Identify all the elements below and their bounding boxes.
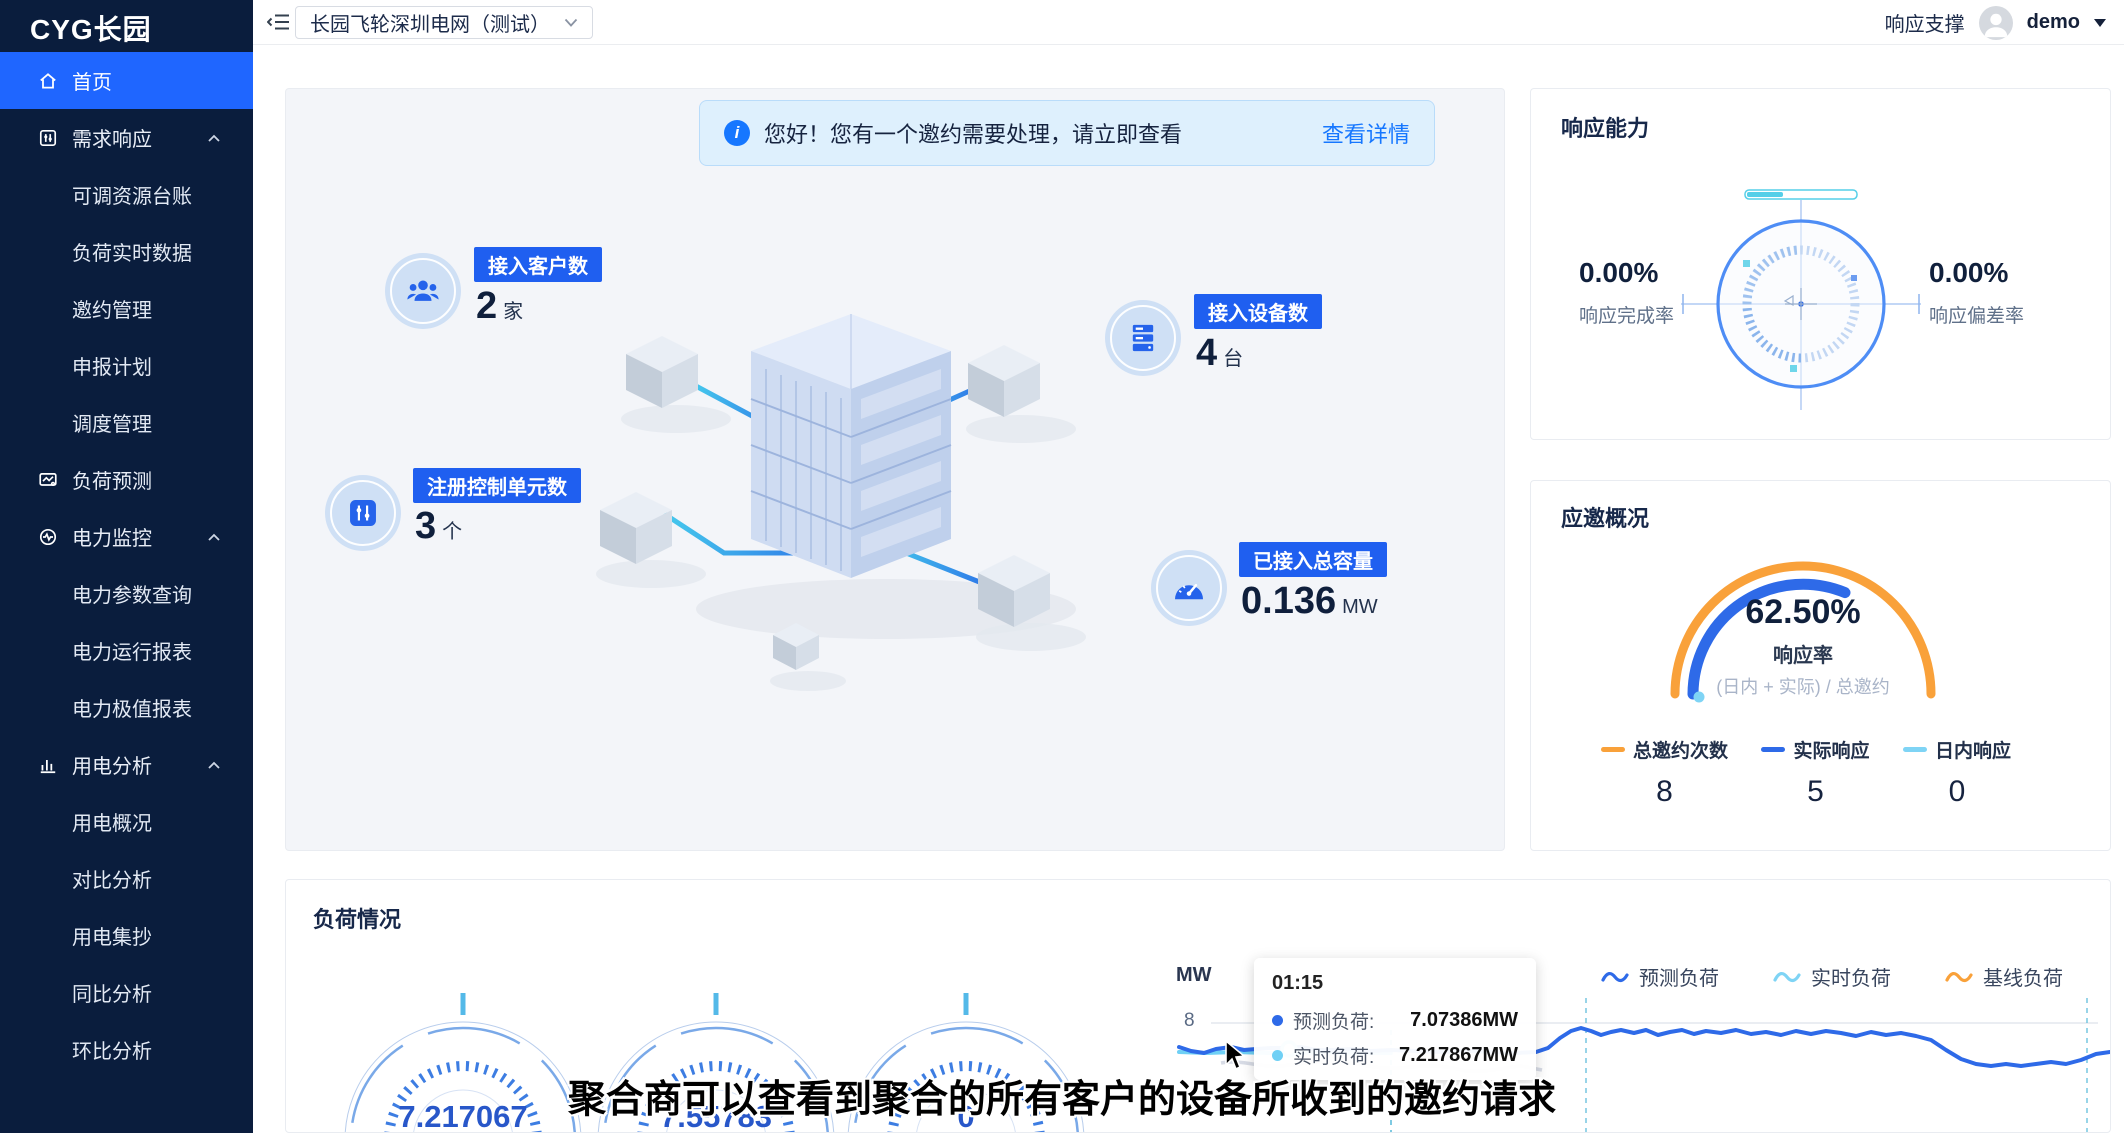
sidebar-item-load-realtime-data[interactable]: 负荷实时数据 [0,223,253,280]
stat-label: 接入设备数 [1194,294,1322,329]
user-avatar[interactable] [1979,6,2013,40]
stat-value: 4台 [1196,332,1243,375]
sidebar-item-demand-response[interactable]: 需求响应 [0,109,253,166]
video-subtitle: 聚合商可以查看到聚合的所有客户的设备所收到的邀约请求 [568,1068,1556,1123]
org-selector[interactable]: 长园飞轮深圳电网（测试） [295,6,593,39]
wave-icon [1601,969,1629,985]
stat-label: 注册控制单元数 [413,468,581,503]
org-selector-value: 长园飞轮深圳电网（测试） [310,8,550,37]
sidebar-item-load-forecast[interactable]: 负荷预测 [0,451,253,508]
wave-icon [1773,969,1801,985]
card-title: 应邀概况 [1561,501,1649,533]
sidebar-item-power-parameter-query[interactable]: 电力参数查询 [0,565,253,622]
info-icon: i [724,120,750,146]
legend-swatch [1903,747,1927,752]
stat-label: 已接入总容量 [1239,542,1387,577]
home-icon [38,71,58,91]
card-title: 响应能力 [1561,111,1649,143]
power-monitor-icon [38,527,58,547]
sidebar-item-invitation-management[interactable]: 邀约管理 [0,280,253,337]
legend-total-invitations: 总邀约次数 8 [1601,736,1728,809]
series-dot [1272,1050,1283,1061]
series-dot [1272,1015,1283,1026]
legend-baseline-load[interactable]: 基线负荷 [1945,962,2063,991]
sidebar-item-power-operation-report[interactable]: 电力运行报表 [0,622,253,679]
sidebar-item-declaration-plan[interactable]: 申报计划 [0,337,253,394]
stat-value: 0.136MW [1241,580,1378,623]
legend-actual-response: 实际响应 5 [1761,736,1869,809]
sidebar-menu: 首页 需求响应 可调资源台账 负荷实时数据 邀约管理 申报计划 调度管理 负荷预… [0,52,253,1078]
chevron-up-icon [207,760,221,770]
menu-fold-icon[interactable] [267,12,291,32]
gauge-icon [1151,550,1227,626]
tooltip-time: 01:15 [1272,972,1518,995]
banner-text: 您好！您有一个邀约需要处理，请立即查看 [764,117,1182,149]
legend-intraday-response: 日内响应 0 [1903,736,2011,809]
sliders-icon [325,475,401,551]
person-icon [1979,6,2013,40]
legend-realtime-load[interactable]: 实时负荷 [1773,962,1891,991]
sidebar: CYG长园 首页 需求响应 可调资源台账 负荷实时数据 邀约管理 申报计划 调度… [0,0,253,1133]
demand-response-icon [38,128,58,148]
chevron-up-icon [207,133,221,143]
sidebar-item-home[interactable]: 首页 [0,52,253,109]
topbar: 长园飞轮深圳电网（测试） 响应支撑 demo [253,0,2124,45]
invitation-overview-card: 应邀概况 62.50% 响应率 (日内 + 实际) / 总邀约 总邀约次数 8 … [1530,480,2111,851]
stat-label: 接入客户数 [474,247,602,282]
response-rate-formula: (日内 + 实际) / 总邀约 [1643,673,1963,699]
chevron-down-icon [564,18,578,27]
stat-value: 2家 [476,285,523,328]
sidebar-item-power-analysis[interactable]: 用电分析 [0,736,253,793]
stat-value: 3个 [415,505,462,548]
caret-down-icon[interactable] [2094,19,2106,27]
chevron-up-icon [207,532,221,542]
response-deviation-stat: 0.00% 响应偏差率 [1929,257,2079,328]
view-details-link[interactable]: 查看详情 [1322,117,1410,149]
sidebar-item-power-monitoring[interactable]: 电力监控 [0,508,253,565]
sidebar-item-yoy-analysis[interactable]: 同比分析 [0,964,253,1021]
user-name[interactable]: demo [2027,11,2080,34]
sidebar-item-adjustable-resources[interactable]: 可调资源台账 [0,166,253,223]
server-icon [1105,300,1181,376]
legend-swatch [1761,747,1785,752]
notification-banner: i 您好！您有一个邀约需要处理，请立即查看 查看详情 [699,100,1435,166]
bar-chart-icon [38,755,58,775]
sidebar-item-power-extreme-report[interactable]: 电力极值报表 [0,679,253,736]
chart-legend: 预测负荷 实时负荷 基线负荷 [1601,962,2063,991]
tooltip-row-forecast: 预测负荷: 7.07386MW [1272,1007,1518,1034]
legend-forecast-load[interactable]: 预测负荷 [1601,962,1719,991]
sidebar-item-label: 需求响应 [72,123,152,152]
wave-icon [1945,969,1973,985]
chart-tooltip: 01:15 预测负荷: 7.07386MW 实时负荷: 7.217867MW [1254,958,1536,1080]
tooltip-row-realtime: 实时负荷: 7.217867MW [1272,1042,1518,1069]
sidebar-item-mom-analysis[interactable]: 环比分析 [0,1021,253,1078]
sidebar-item-power-usage-overview[interactable]: 用电概况 [0,793,253,850]
legend-swatch [1601,747,1625,752]
overview-illustration-card: i 您好！您有一个邀约需要处理，请立即查看 查看详情 接入客户数 2家 接入设备… [285,88,1505,851]
response-rate-label: 响应率 [1703,639,1903,668]
load-forecast-icon [38,470,58,490]
sidebar-item-comparison-analysis[interactable]: 对比分析 [0,850,253,907]
sidebar-item-meter-reading[interactable]: 用电集抄 [0,907,253,964]
invitation-legend: 总邀约次数 8 实际响应 5 日内响应 0 [1601,736,2011,809]
support-link[interactable]: 响应支撑 [1885,8,1965,37]
sidebar-item-label: 首页 [72,66,112,95]
topbar-right: 响应支撑 demo [1885,0,2106,45]
response-rate-value: 62.50% [1703,593,1903,632]
brand-logo: CYG长园 [30,8,152,48]
radar-gauge [1681,184,1921,424]
users-icon [385,253,461,329]
sidebar-item-dispatch-management[interactable]: 调度管理 [0,394,253,451]
response-capability-card: 响应能力 0.00% 响应完成率 0.00% 响应偏差率 [1530,88,2111,440]
